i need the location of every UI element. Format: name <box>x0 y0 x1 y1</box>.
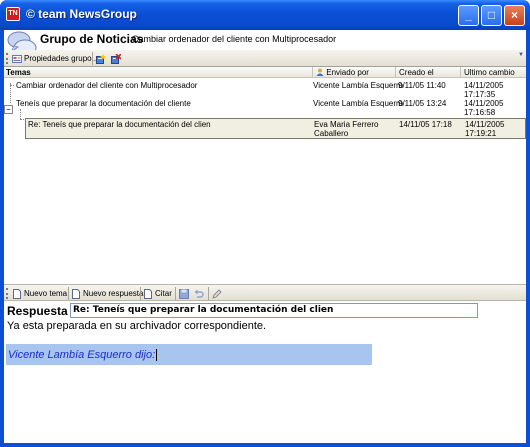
new-reply-button[interactable]: Nuevo respuesta <box>71 287 143 300</box>
maximize-button[interactable]: □ <box>481 5 502 26</box>
text-caret <box>156 349 158 362</box>
undo-button[interactable] <box>194 287 204 300</box>
group-properties-label: Propiedades grupo... <box>24 54 99 63</box>
title-bar[interactable]: TN © team NewsGroup _ □ × <box>0 0 530 30</box>
quote-block[interactable]: Vicente Lambía Esquerro dijo: <box>6 344 372 365</box>
column-header-cambio[interactable]: Ultimo cambio <box>460 67 526 78</box>
grid-header: Temas Enviado por Creado el Ultimo cambi… <box>4 67 526 78</box>
topic-subtitle: Cambiar ordenador del cliente con Multip… <box>132 34 337 44</box>
new-topic-label: Nuevo tema <box>24 289 68 298</box>
topic-title: Re: Teneís que preparar la documentación… <box>28 120 211 129</box>
toolbar-separator <box>140 287 141 300</box>
response-label: Respuesta <box>7 304 68 318</box>
minimize-button[interactable]: _ <box>458 5 479 26</box>
created-date: 9/11/05 13:24 <box>398 99 447 108</box>
window-title: © team NewsGroup <box>26 7 137 21</box>
page-title: Grupo de Noticias <box>40 32 144 46</box>
quote-attribution: Vicente Lambía Esquerro dijo: <box>8 349 158 362</box>
toolbar-separator <box>175 287 176 300</box>
save-button[interactable] <box>179 287 189 300</box>
topics-grid: Temas Enviado por Creado el Ultimo cambi… <box>4 66 526 284</box>
quote-button[interactable]: Citar <box>143 287 172 300</box>
edit-button[interactable] <box>212 287 222 300</box>
table-row[interactable]: − Teneís que preparar la documentación d… <box>4 99 526 119</box>
response-panel: Respuesta Re: Teneís que preparar la doc… <box>4 301 526 443</box>
column-header-enviado-label: Enviado por <box>326 68 369 77</box>
topic-title: Teneís que preparar la documentación del… <box>16 99 191 108</box>
sender: Vicente Lambía Esquerro <box>313 81 404 90</box>
toolbar-separator <box>208 287 209 300</box>
app-icon: TN <box>6 7 20 21</box>
new-reply-label: Nuevo respuesta <box>83 289 144 298</box>
toolbar-grip[interactable] <box>6 53 8 64</box>
properties-icon <box>12 54 22 63</box>
collapse-icon[interactable]: − <box>4 105 13 114</box>
add-group-button[interactable] <box>96 52 106 65</box>
pencil-icon <box>212 288 222 299</box>
sender: Vicente Lambía Esquerro <box>313 99 404 108</box>
new-document-icon <box>13 288 21 299</box>
group-toolbar: Propiedades grupo... ▼ <box>4 50 526 67</box>
new-document-icon <box>144 288 152 299</box>
last-change-time: 17:19:21 <box>465 129 497 138</box>
delete-group-icon <box>111 53 121 64</box>
quote-attribution-text: Vicente Lambía Esquerro dijo: <box>8 349 156 361</box>
delete-group-button[interactable] <box>111 52 121 65</box>
close-button[interactable]: × <box>504 5 525 26</box>
created-date: 14/11/05 17:18 <box>399 120 452 129</box>
created-date: 9/11/05 11:40 <box>398 81 446 90</box>
app-window: TN © team NewsGroup _ □ × Grupo de Notic… <box>0 0 530 447</box>
table-row[interactable]: Cambiar ordenador del cliente con Multip… <box>4 81 526 101</box>
quote-label: Citar <box>155 289 172 298</box>
table-row-selected[interactable]: Re: Teneís que preparar la documentación… <box>25 118 526 139</box>
save-icon <box>179 288 189 299</box>
response-body-text[interactable]: Ya esta preparada en su archivador corre… <box>7 320 266 332</box>
response-subject-field[interactable]: Re: Teneís que preparar la documentación… <box>70 303 478 318</box>
column-header-temas[interactable]: Temas <box>4 67 312 78</box>
new-topic-button[interactable]: Nuevo tema <box>12 287 67 300</box>
sender-cont: Caballero <box>314 129 349 138</box>
topic-title: Cambiar ordenador del cliente con Multip… <box>16 81 198 90</box>
undo-icon <box>194 289 204 298</box>
toolbar-grip[interactable] <box>6 288 8 299</box>
group-header: Grupo de Noticias Cambiar ordenador del … <box>4 30 526 57</box>
toolbar-overflow-icon[interactable]: ▼ <box>518 52 524 58</box>
new-document-icon <box>72 288 80 299</box>
add-group-icon <box>96 53 106 64</box>
client-area: Grupo de Noticias Cambiar ordenador del … <box>4 30 526 443</box>
toolbar-separator <box>92 52 93 65</box>
user-icon <box>316 68 324 76</box>
last-change-time: 17:16:58 <box>464 108 496 117</box>
group-properties-button[interactable]: Propiedades grupo... <box>12 52 98 65</box>
column-header-creado[interactable]: Creado el <box>395 67 460 78</box>
message-toolbar: Nuevo tema Nuevo respuesta Citar <box>4 284 526 301</box>
toolbar-separator <box>68 287 69 300</box>
column-header-enviado[interactable]: Enviado por <box>312 67 395 78</box>
